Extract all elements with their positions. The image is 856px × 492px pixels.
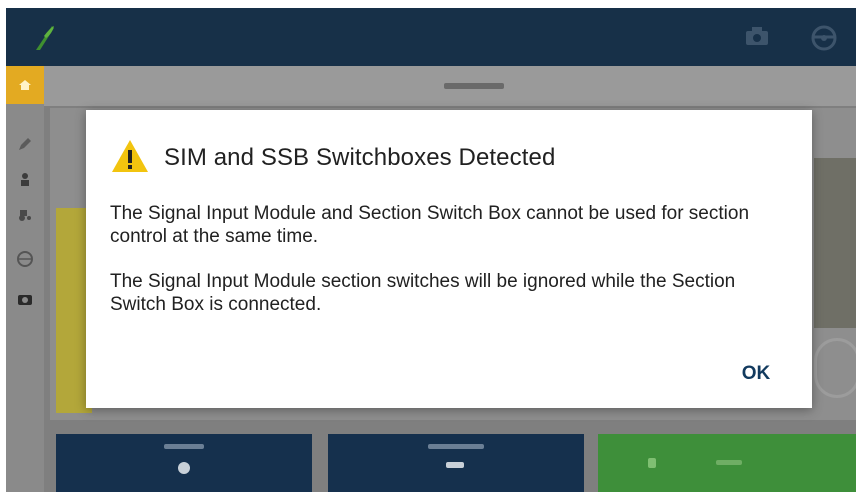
- bottom-button-1-label: [164, 444, 204, 449]
- leaf-icon[interactable]: [32, 22, 56, 57]
- bottom-button-3[interactable]: [598, 434, 856, 492]
- dialog-title: SIM and SSB Switchboxes Detected: [164, 144, 556, 171]
- ok-button[interactable]: OK: [734, 362, 778, 386]
- dialog-paragraph-1: The Signal Input Module and Section Swit…: [110, 203, 750, 247]
- zoom-control[interactable]: [814, 338, 856, 398]
- top-bar: [6, 8, 856, 66]
- bottom-button-3-icon: [648, 458, 656, 468]
- globe-icon[interactable]: [17, 251, 33, 267]
- steering-wheel-icon[interactable]: [810, 24, 838, 57]
- tractor-icon[interactable]: [17, 206, 33, 222]
- edit-icon[interactable]: [17, 136, 33, 152]
- home-tab[interactable]: [6, 66, 44, 104]
- camera-icon[interactable]: [17, 291, 33, 307]
- bottom-button-1-icon: [178, 462, 190, 474]
- bottom-button-2-icon: [446, 462, 464, 468]
- bottom-button-3-label: [716, 460, 742, 465]
- bottom-button-2-label: [428, 444, 484, 449]
- camera-icon[interactable]: [744, 24, 770, 53]
- bottom-button-1[interactable]: [56, 434, 312, 492]
- left-rail: [6, 66, 44, 492]
- dialog-paragraph-2: The Signal Input Module section switches…: [110, 271, 736, 315]
- map-preview: [814, 158, 856, 328]
- page-header: [44, 66, 856, 106]
- warning-icon: [110, 138, 150, 179]
- page-header-label: [444, 83, 504, 89]
- dialog-body: The Signal Input Module and Section Swit…: [110, 202, 790, 338]
- bottom-button-2[interactable]: [328, 434, 584, 492]
- alert-dialog: SIM and SSB Switchboxes Detected The Sig…: [86, 110, 812, 408]
- person-icon[interactable]: [17, 171, 33, 187]
- home-icon: [18, 78, 32, 97]
